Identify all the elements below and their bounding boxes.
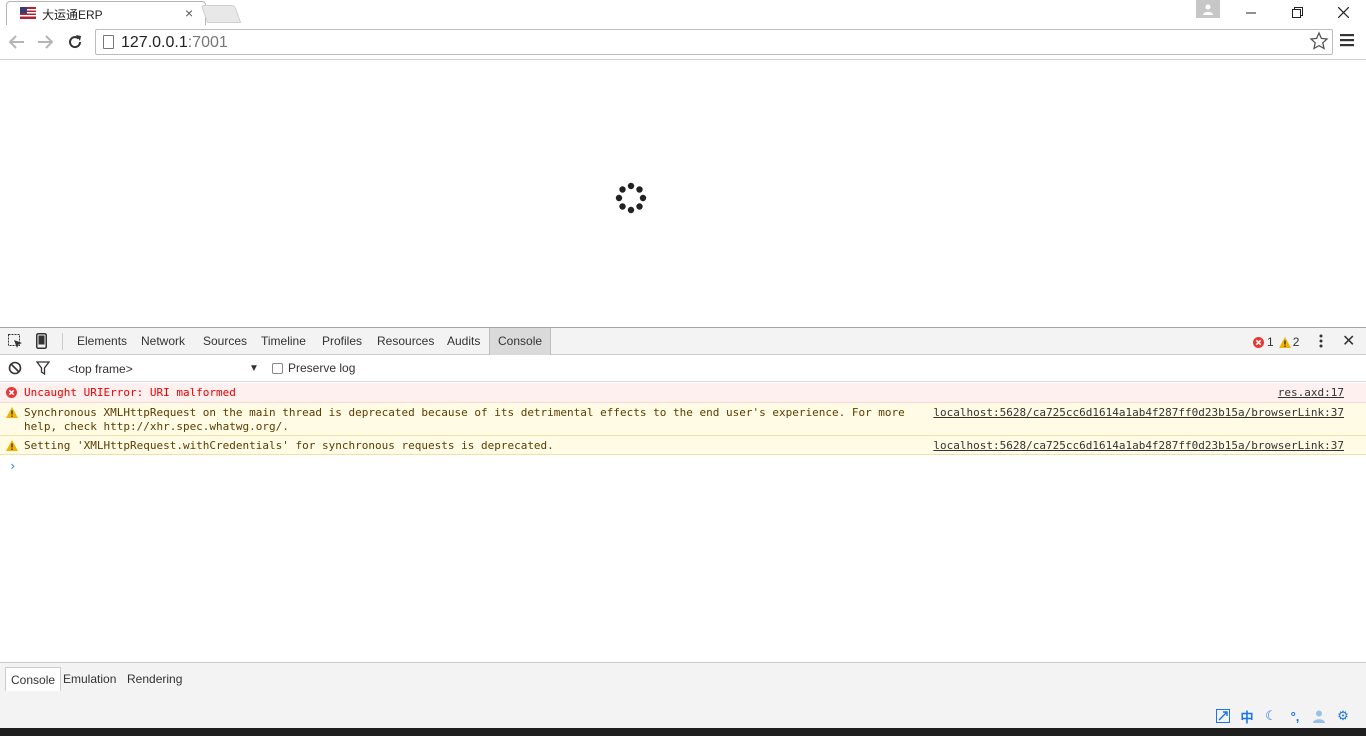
- console-message-error: Uncaught URIError: URI malformed res.axd…: [0, 383, 1366, 403]
- warning-count: 2: [1292, 335, 1300, 349]
- error-warning-counter[interactable]: 1 2: [1253, 335, 1299, 349]
- tab-title: 大运通ERP: [42, 8, 103, 22]
- clear-console-icon[interactable]: [8, 361, 22, 375]
- close-icon: [1337, 7, 1349, 18]
- toolbar-divider: [62, 333, 63, 350]
- os-taskbar: [0, 728, 1366, 736]
- hamburger-menu-icon: [1340, 34, 1354, 47]
- inspect-element-icon[interactable]: [8, 334, 23, 349]
- preserve-log-checkbox[interactable]: Preserve log: [272, 361, 355, 375]
- reload-icon: [69, 35, 82, 49]
- minimize-icon: [1246, 12, 1256, 13]
- console-message-warning: Setting 'XMLHttpRequest.withCredentials'…: [0, 436, 1366, 455]
- loading-spinner-icon: [615, 182, 647, 214]
- url-text: 127.0.0.1:7001: [121, 34, 228, 52]
- user-icon: [1203, 4, 1213, 15]
- ime-mode-icon: [1216, 709, 1230, 723]
- ime-language-label[interactable]: 中: [1238, 707, 1256, 725]
- devtools-close-icon[interactable]: ✕: [1342, 331, 1355, 351]
- warning-icon: [6, 440, 18, 451]
- tab-resources[interactable]: Resources: [369, 328, 442, 355]
- console-prompt[interactable]: ›: [9, 459, 16, 473]
- warning-icon: [6, 407, 18, 418]
- tab-timeline[interactable]: Timeline: [253, 328, 314, 355]
- message-source-link[interactable]: res.axd:17: [1278, 386, 1344, 399]
- ime-user-icon: [1313, 710, 1325, 723]
- devtools-drawer: Console Emulation Rendering: [0, 662, 1366, 729]
- filter-icon[interactable]: [36, 361, 50, 375]
- message-source-link[interactable]: localhost:5628/ca725cc6d1614a1ab4f287ff0…: [933, 439, 1344, 452]
- address-bar[interactable]: 127.0.0.1:7001: [95, 29, 1333, 55]
- url-host: 127.0.0.1: [121, 34, 188, 51]
- console-message-warning: Synchronous XMLHttpRequest on the main t…: [0, 403, 1366, 436]
- settings-gear-icon[interactable]: ⚙: [1334, 707, 1352, 725]
- profile-button[interactable]: [1196, 0, 1220, 18]
- browser-toolbar: 127.0.0.1:7001: [0, 25, 1366, 60]
- bookmark-star-icon[interactable]: [1309, 31, 1329, 51]
- chrome-menu-button[interactable]: [1340, 33, 1354, 50]
- moon-icon[interactable]: ☾: [1262, 707, 1280, 725]
- drawer-tab-console[interactable]: Console: [5, 667, 62, 691]
- dropdown-arrow-icon[interactable]: ▼: [249, 363, 259, 374]
- warning-icon: [1278, 336, 1291, 348]
- back-button[interactable]: [7, 32, 27, 52]
- more-options-icon[interactable]: [1318, 334, 1324, 348]
- close-window-button[interactable]: [1320, 0, 1366, 25]
- preserve-log-label: Preserve log: [288, 361, 356, 375]
- device-mode-icon[interactable]: [36, 333, 47, 349]
- console-messages: Uncaught URIError: URI malformed res.axd…: [0, 383, 1366, 663]
- devtools-panel: Elements Network Sources Timeline Profil…: [0, 327, 1366, 729]
- page-icon: [103, 35, 114, 49]
- new-tab-button[interactable]: [200, 5, 242, 23]
- punctuation-icon[interactable]: °,: [1286, 707, 1304, 725]
- message-text: Uncaught URIError: URI malformed: [24, 386, 236, 399]
- restore-button[interactable]: [1274, 0, 1320, 25]
- frame-context-select[interactable]: <top frame>: [68, 362, 133, 376]
- back-arrow-icon: [9, 35, 24, 49]
- tab-network[interactable]: Network: [133, 328, 193, 355]
- drawer-tab-emulation[interactable]: Emulation: [58, 667, 121, 691]
- tab-profiles[interactable]: Profiles: [314, 328, 370, 355]
- message-source-link[interactable]: localhost:5628/ca725cc6d1614a1ab4f287ff0…: [933, 406, 1344, 419]
- us-flag-favicon-icon: [20, 7, 36, 19]
- forward-button[interactable]: [35, 32, 55, 52]
- title-bar: 大运通ERP ×: [0, 0, 1366, 25]
- minimize-button[interactable]: [1228, 0, 1274, 25]
- error-icon: [6, 387, 17, 398]
- browser-tab[interactable]: 大运通ERP ×: [6, 1, 206, 25]
- tab-elements[interactable]: Elements: [69, 328, 135, 355]
- ime-toolbar: 中 ☾ °, ⚙: [1208, 704, 1366, 728]
- forward-arrow-icon: [38, 35, 53, 49]
- window-controls: [1228, 0, 1366, 25]
- devtools-tabbar: Elements Network Sources Timeline Profil…: [0, 328, 1366, 355]
- message-text: Synchronous XMLHttpRequest on the main t…: [24, 406, 905, 433]
- drawer-tab-rendering[interactable]: Rendering: [122, 667, 187, 691]
- user-icon[interactable]: [1310, 707, 1328, 725]
- tab-audits[interactable]: Audits: [439, 328, 488, 355]
- message-text: Setting 'XMLHttpRequest.withCredentials'…: [24, 439, 554, 452]
- error-count: 1: [1267, 335, 1274, 349]
- console-filterbar: <top frame> ▼ Preserve log: [0, 355, 1366, 382]
- page-viewport: [0, 61, 1366, 327]
- url-port: :7001: [187, 34, 228, 51]
- tab-sources[interactable]: Sources: [195, 328, 255, 355]
- ime-switch-icon[interactable]: [1214, 707, 1232, 725]
- reload-button[interactable]: [65, 32, 85, 52]
- tab-console[interactable]: Console: [489, 328, 552, 355]
- checkbox-box[interactable]: [272, 362, 283, 374]
- restore-icon: [1291, 7, 1303, 18]
- tab-close-icon[interactable]: ×: [185, 5, 193, 21]
- error-icon: [1253, 336, 1264, 348]
